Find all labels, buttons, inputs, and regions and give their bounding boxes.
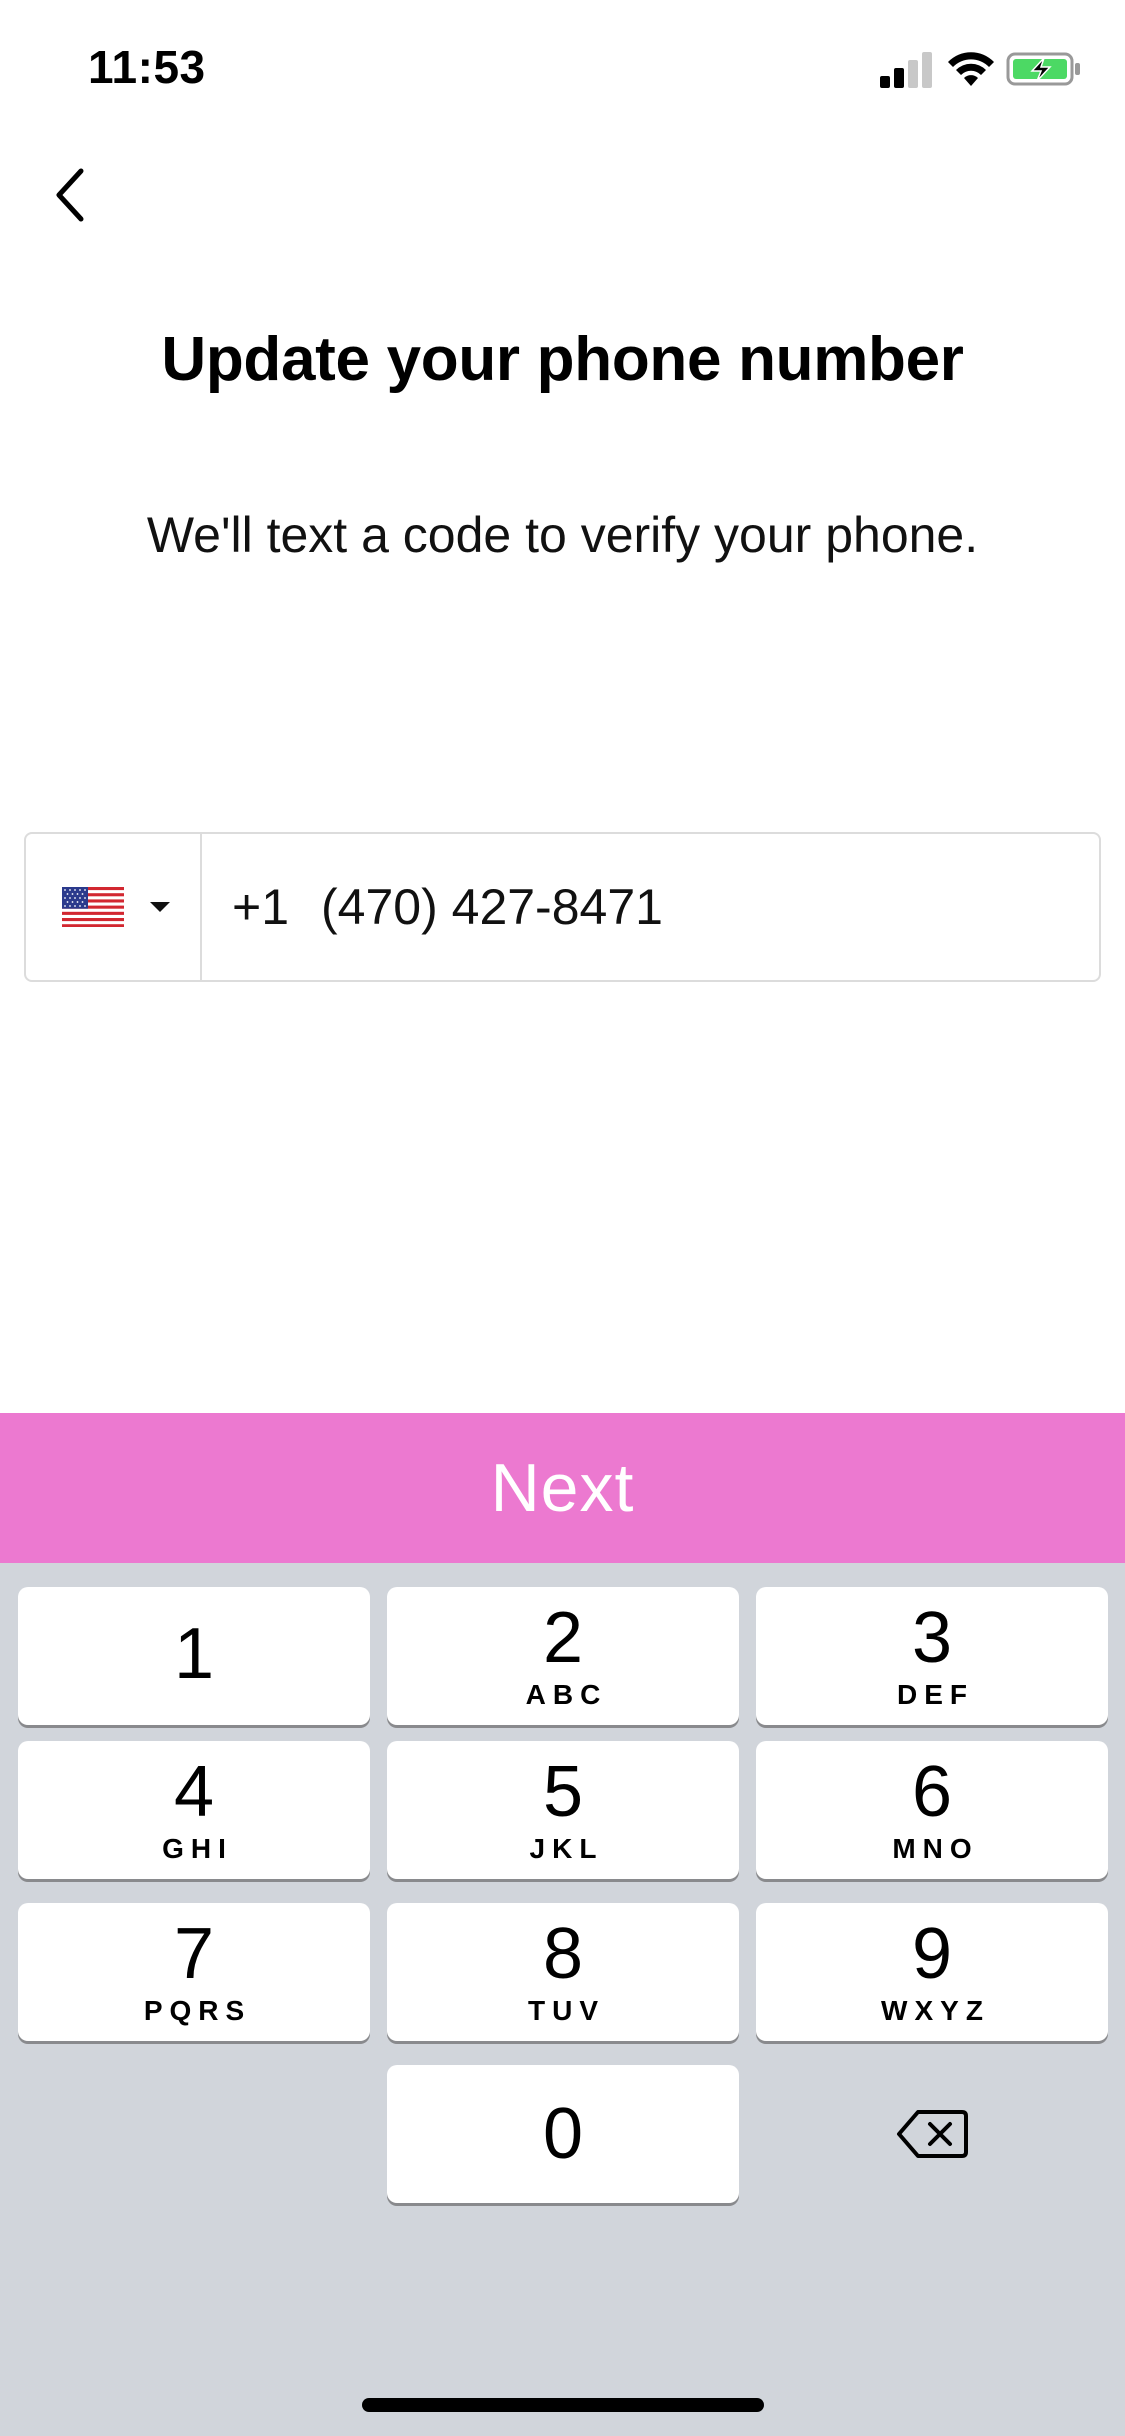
battery-charging-icon [1006, 52, 1080, 86]
key-letters: PQRS [143, 1995, 252, 2026]
key-digit: 4 [173, 1752, 215, 1832]
status-bar: 11:53 [0, 0, 1125, 132]
cellular-signal-icon [880, 50, 932, 88]
key-digit: 7 [173, 1914, 215, 1994]
next-button[interactable]: Next [0, 1413, 1125, 1563]
key-digit: 1 [173, 1614, 215, 1694]
back-button[interactable] [40, 160, 100, 230]
page-subtitle: We'll text a code to verify your phone. [146, 507, 979, 563]
key-2[interactable]: 2 ABC [387, 1587, 739, 1725]
us-flag-icon [62, 887, 124, 927]
caret-down-icon [150, 902, 170, 912]
phone-number-value: (470) 427-8471 [321, 879, 663, 935]
status-time: 11:53 [88, 41, 206, 93]
key-9[interactable]: 9 WXYZ [756, 1903, 1108, 2041]
delete-backspace-icon [897, 2110, 968, 2158]
key-letters: MNO [892, 1833, 979, 1864]
delete-key[interactable] [756, 2065, 1108, 2203]
key-digit: 9 [911, 1914, 953, 1994]
key-digit: 6 [911, 1752, 953, 1832]
screen: 11:53 Update your phone number We'll tex… [0, 0, 1125, 2436]
key-digit: 3 [911, 1598, 953, 1678]
key-7[interactable]: 7 PQRS [18, 1903, 370, 2041]
key-8[interactable]: 8 TUV [387, 1903, 739, 2041]
key-letters: JKL [529, 1833, 604, 1864]
numeric-keypad: 1 2 ABC 3 DEF 4 GHI 5 JKL 6 MNO 7 PQRS 8 [0, 1563, 1125, 2436]
home-indicator [362, 2398, 764, 2412]
phone-number-field: +1 (470) 427-8471 [24, 832, 1101, 982]
key-letters: ABC [525, 1679, 608, 1710]
phone-input[interactable]: +1 (470) 427-8471 [202, 834, 1099, 980]
key-6[interactable]: 6 MNO [756, 1741, 1108, 1879]
key-4[interactable]: 4 GHI [18, 1741, 370, 1879]
key-letters: DEF [897, 1679, 974, 1710]
key-0[interactable]: 0 [387, 2065, 739, 2203]
country-code-dropdown[interactable] [26, 834, 202, 980]
key-digit: 8 [542, 1914, 584, 1994]
wifi-icon [948, 52, 994, 86]
key-letters: WXYZ [881, 1995, 990, 2026]
key-digit: 0 [542, 2094, 584, 2174]
dial-code: +1 [232, 879, 290, 935]
page-title: Update your phone number [161, 325, 964, 394]
key-digit: 2 [542, 1598, 584, 1678]
key-digit: 5 [542, 1752, 584, 1832]
key-letters: GHI [162, 1833, 233, 1864]
key-1[interactable]: 1 [18, 1587, 370, 1725]
key-letters: TUV [528, 1995, 605, 2026]
chevron-left-icon [56, 168, 84, 222]
key-5[interactable]: 5 JKL [387, 1741, 739, 1879]
key-3[interactable]: 3 DEF [756, 1587, 1108, 1725]
